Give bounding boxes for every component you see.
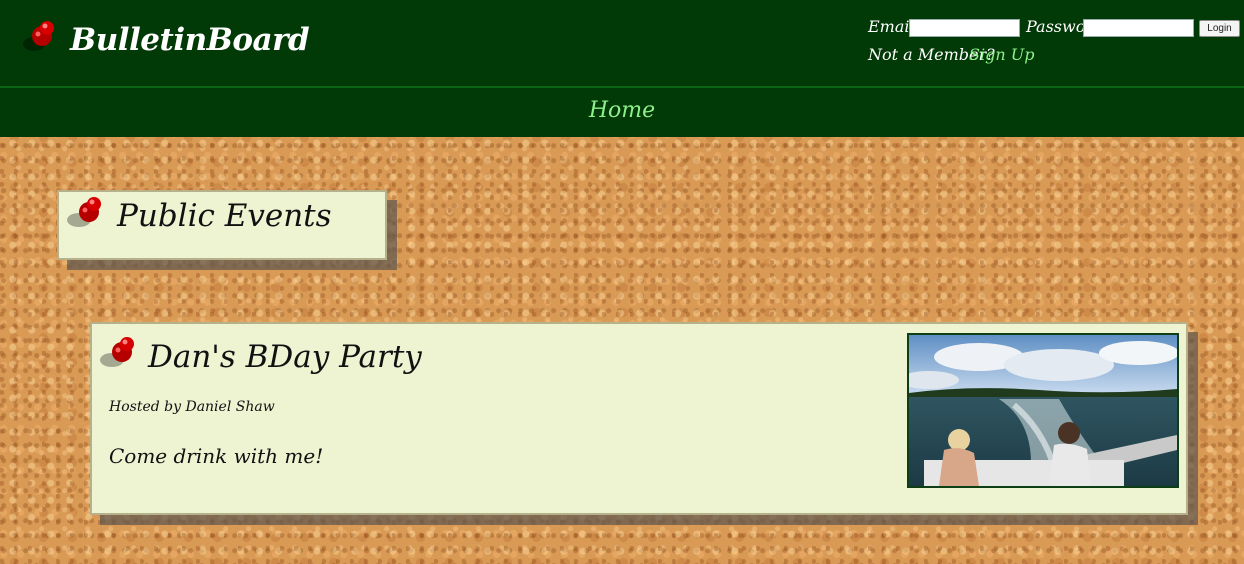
section-title: Public Events — [117, 198, 332, 234]
event-photo — [907, 333, 1179, 488]
login-form: Email: Password: Login Not a Member? Sig… — [868, 15, 1244, 75]
nav-item-home[interactable]: Home — [0, 98, 1244, 123]
event-title[interactable]: Dan's BDay Party — [148, 339, 422, 375]
pushpin-icon — [98, 334, 142, 378]
password-field[interactable] — [1083, 19, 1194, 37]
top-header: BulletinBoard Email: Password: Login Not… — [0, 0, 1244, 86]
pushpin-icon — [65, 194, 109, 238]
email-field[interactable] — [909, 19, 1020, 37]
section-header-card: Public Events — [57, 190, 387, 260]
login-button[interactable]: Login — [1199, 20, 1240, 37]
app-logo[interactable]: BulletinBoard — [70, 22, 310, 58]
event-description: Come drink with me! — [109, 444, 324, 468]
event-host: Hosted by Daniel Shaw — [109, 399, 275, 415]
nav-bar: Home — [0, 86, 1244, 137]
pushpin-icon — [22, 18, 62, 62]
signup-link[interactable]: Sign Up — [969, 45, 1034, 64]
event-card[interactable]: Dan's BDay Party Hosted by Daniel Shaw C… — [90, 322, 1188, 515]
